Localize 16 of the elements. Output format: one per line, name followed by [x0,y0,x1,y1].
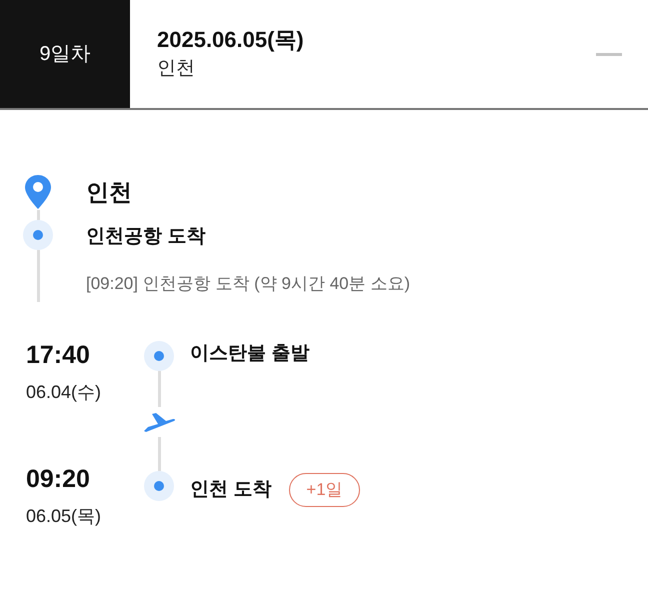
arrival-date: 06.05(목) [26,505,102,528]
arrival-label: 인천 도착 [190,478,272,502]
airplane-icon [142,411,176,433]
stop-title: 인천공항 도착 [86,225,206,249]
departure-time: 17:40 [26,340,91,371]
arrival-time: 09:20 [26,464,91,495]
day-header[interactable]: 9일차 2025.06.05(목) 인천 [0,0,648,110]
stop-detail: [09:20] 인천공항 도착 (약 9시간 40분 소요) [86,273,410,295]
place-title: 인천 [86,178,133,207]
day-label: 9일차 [0,0,130,108]
departure-label: 이스탄불 출발 [190,342,310,366]
location-pin-icon [24,174,52,210]
date-text: 2025.06.05(목) [157,26,305,54]
city-text: 인천 [157,57,196,81]
next-day-badge: +1일 [289,473,360,507]
departure-date: 06.04(수) [26,381,102,404]
